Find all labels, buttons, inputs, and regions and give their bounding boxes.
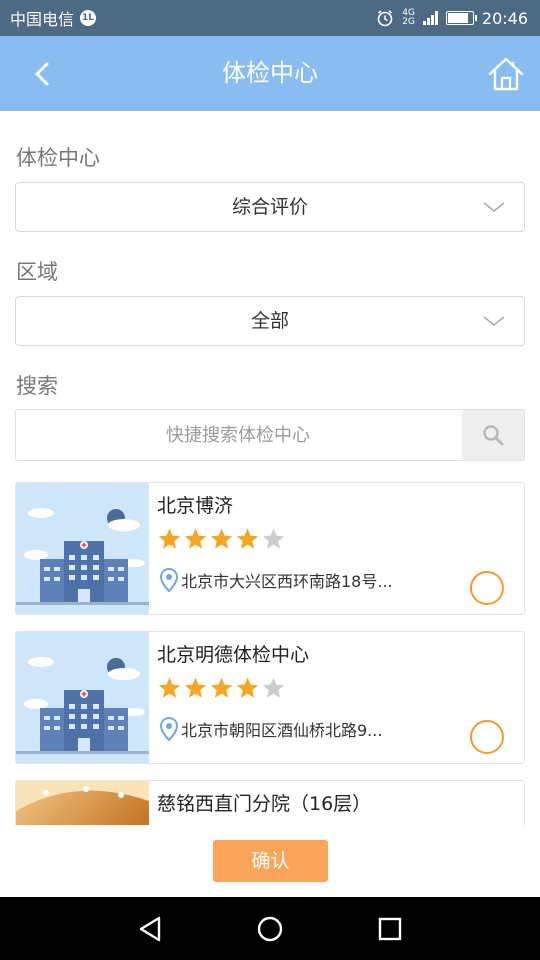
nav-home-button[interactable] bbox=[252, 911, 288, 947]
rating-stars bbox=[157, 527, 286, 551]
chevron-down-icon bbox=[483, 202, 505, 213]
region-dropdown[interactable]: 全部 bbox=[15, 296, 525, 346]
star-filled-icon bbox=[236, 528, 259, 549]
star-empty-icon bbox=[262, 528, 285, 549]
center-address: 北京市大兴区西环南路18号... bbox=[159, 567, 393, 593]
star-filled-icon bbox=[158, 677, 181, 698]
center-photo-thumbnail bbox=[16, 781, 149, 825]
nav-back-button[interactable] bbox=[132, 911, 168, 947]
star-empty-icon bbox=[262, 677, 285, 698]
center-card[interactable]: 慈铭西直门分院（16层） bbox=[15, 780, 525, 825]
status-bar: 中国电信 1L 4G 2G 20:46 bbox=[0, 0, 540, 36]
center-address: 北京市朝阳区酒仙桥北路9... bbox=[159, 716, 382, 742]
center-list: 北京博济 北京市大兴区西环南路18号... 北京明德体检中心 北京市朝阳区酒仙桥… bbox=[0, 482, 540, 825]
hospital-thumbnail bbox=[16, 483, 149, 614]
star-filled-icon bbox=[210, 528, 233, 549]
search-icon bbox=[483, 425, 504, 446]
clock: 20:46 bbox=[481, 8, 528, 28]
nav-recents-button[interactable] bbox=[372, 911, 408, 947]
carrier-name: 中国电信 bbox=[10, 10, 75, 29]
address-text: 北京市朝阳区酒仙桥北路9... bbox=[181, 721, 383, 740]
star-filled-icon bbox=[184, 528, 207, 549]
hospital-building-icon bbox=[16, 632, 149, 763]
hospital-thumbnail bbox=[16, 632, 149, 763]
star-filled-icon bbox=[158, 528, 181, 549]
center-name: 慈铭西直门分院（16层） bbox=[157, 793, 372, 815]
triangle-back-icon bbox=[139, 916, 161, 942]
search-label: 搜索 bbox=[16, 374, 58, 398]
star-filled-icon bbox=[210, 677, 233, 698]
region-value: 全部 bbox=[250, 310, 289, 332]
rating-stars bbox=[157, 676, 286, 700]
location-pin-icon bbox=[159, 716, 179, 742]
star-filled-icon bbox=[184, 677, 207, 698]
region-filter-label: 区域 bbox=[16, 260, 58, 284]
center-name: 北京博济 bbox=[157, 495, 234, 517]
center-card[interactable]: 北京明德体检中心 北京市朝阳区酒仙桥北路9... bbox=[15, 631, 525, 764]
home-button[interactable] bbox=[486, 54, 526, 94]
interior-photo-icon bbox=[16, 781, 149, 825]
star-filled-icon bbox=[236, 677, 259, 698]
hospital-building-icon bbox=[16, 483, 149, 614]
select-radio[interactable] bbox=[470, 571, 504, 605]
page-title: 体检中心 bbox=[222, 59, 318, 87]
location-pin-icon bbox=[159, 567, 179, 593]
app-header: 体检中心 bbox=[0, 36, 540, 111]
select-radio[interactable] bbox=[470, 720, 504, 754]
search-button[interactable] bbox=[462, 410, 524, 460]
search-box bbox=[15, 409, 525, 461]
center-sort-value: 综合评价 bbox=[231, 196, 308, 218]
home-icon bbox=[488, 57, 524, 91]
battery-icon bbox=[445, 11, 477, 25]
network-type: 4G 2G bbox=[402, 8, 415, 27]
chevron-down-icon bbox=[483, 316, 505, 327]
system-nav-bar bbox=[0, 897, 540, 960]
hd-badge: 1L bbox=[80, 10, 97, 26]
center-sort-dropdown[interactable]: 综合评价 bbox=[15, 182, 525, 232]
search-input[interactable] bbox=[16, 410, 460, 460]
alarm-icon bbox=[377, 10, 393, 27]
square-recents-icon bbox=[378, 917, 402, 941]
signal-icon bbox=[422, 11, 438, 25]
center-name: 北京明德体检中心 bbox=[157, 644, 310, 666]
confirm-button[interactable]: 确认 bbox=[213, 840, 328, 882]
center-filter-label: 体检中心 bbox=[16, 146, 100, 170]
circle-home-icon bbox=[257, 916, 283, 942]
center-card[interactable]: 北京博济 北京市大兴区西环南路18号... bbox=[15, 482, 525, 615]
address-text: 北京市大兴区西环南路18号... bbox=[181, 572, 393, 591]
